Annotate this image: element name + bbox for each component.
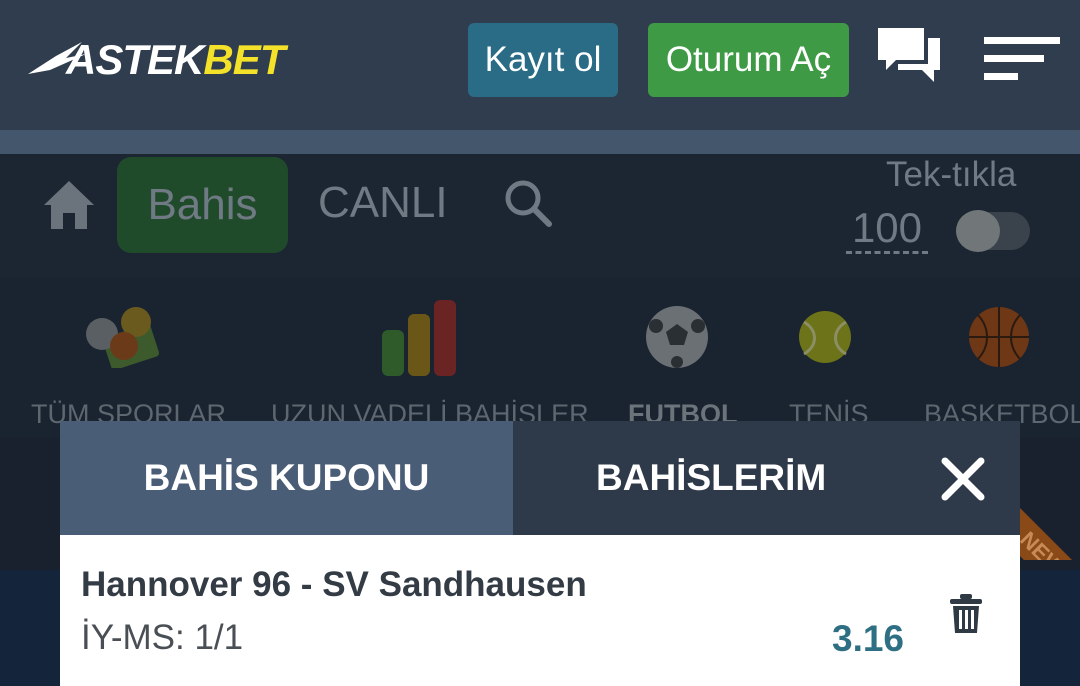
tab-my-bets[interactable]: BAHİSLERİM [596, 421, 826, 535]
event-name: Hannover 96 - SV Sandhausen [81, 565, 587, 604]
odds-value: 3.16 [832, 618, 905, 659]
betslip-modal: BAHİS KUPONU BAHİSLERİM Hannover 96 - SV… [60, 421, 1020, 686]
menu-icon[interactable] [982, 36, 1060, 82]
tab-bet-slip[interactable]: BAHİS KUPONU [60, 421, 513, 535]
market-selection: İY-MS: 1/1 [81, 618, 244, 657]
top-header: ASTEK BET Kayıt ol Oturum Aç [0, 0, 1080, 130]
close-icon[interactable] [941, 457, 985, 501]
football-icon[interactable] [644, 304, 710, 370]
bet-selection: Hannover 96 - SV Sandhausen İY-MS: 1/1 3… [60, 535, 1020, 686]
header-divider [0, 130, 1080, 154]
toggle-knob [956, 210, 1000, 252]
tab-canli[interactable]: CANLI [318, 176, 448, 230]
search-icon[interactable] [503, 178, 553, 228]
chat-icon[interactable] [876, 26, 942, 86]
bar-chart-icon[interactable] [380, 300, 460, 376]
trash-icon[interactable] [949, 593, 983, 635]
logo-text-bet: BET [203, 36, 285, 83]
basketball-icon[interactable] [968, 306, 1030, 368]
tab-my-bets-area: BAHİSLERİM [513, 421, 1020, 535]
tennis-ball-icon[interactable] [798, 310, 852, 364]
one-click-stake[interactable]: 100 [846, 204, 928, 254]
logo-text-astek: ASTEK [66, 36, 204, 83]
all-sports-icon[interactable] [82, 304, 160, 368]
one-click-toggle[interactable] [956, 210, 1030, 252]
astekbet-logo[interactable]: ASTEK BET [26, 36, 285, 84]
tab-bahis[interactable]: Bahis [117, 157, 288, 253]
home-icon[interactable] [42, 177, 96, 231]
page: ASTEK BET Kayıt ol Oturum Aç Bahis CANLI … [0, 0, 1080, 686]
one-click-label: Tek-tıkla [886, 155, 1017, 194]
register-button[interactable]: Kayıt ol [468, 23, 618, 97]
login-button[interactable]: Oturum Aç [648, 23, 849, 97]
